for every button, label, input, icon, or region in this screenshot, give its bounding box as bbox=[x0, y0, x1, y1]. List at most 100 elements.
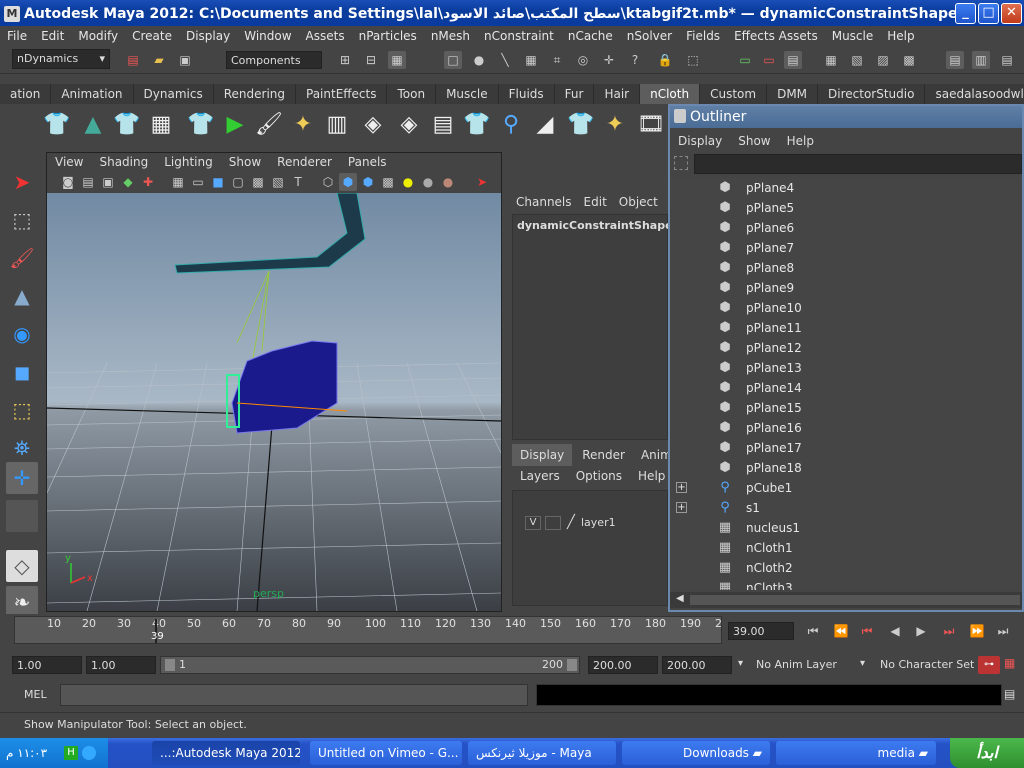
shelf-tab-animation[interactable]: Animation bbox=[51, 84, 134, 104]
menu-fields[interactable]: Fields bbox=[679, 29, 727, 43]
selected-node-name[interactable]: dynamicConstraintShape3 bbox=[517, 219, 680, 232]
menu-display[interactable]: Display bbox=[179, 29, 237, 43]
viewport-menu-shading[interactable]: Shading bbox=[91, 155, 156, 169]
layout-single-pane-icon[interactable]: ◇ bbox=[6, 550, 38, 582]
weld-edges-icon[interactable]: ▤ bbox=[428, 110, 458, 140]
viewport-menu-lighting[interactable]: Lighting bbox=[156, 155, 221, 169]
shelf-tab-fur[interactable]: Fur bbox=[555, 84, 595, 104]
animation-preferences-icon[interactable]: ▦ bbox=[1004, 656, 1020, 674]
expand-icon[interactable]: + bbox=[676, 502, 687, 513]
close-button[interactable]: ✕ bbox=[1001, 3, 1022, 24]
layer-tab-render[interactable]: Render bbox=[572, 444, 635, 466]
rotate-tool-icon[interactable]: ◉ bbox=[6, 318, 38, 350]
ambient-occlusion-icon[interactable]: ● bbox=[439, 173, 457, 191]
ncloth-cache-icon[interactable]: ▦ bbox=[146, 110, 176, 140]
lock-icon[interactable]: 🔒 bbox=[656, 51, 674, 69]
menu-effects-assets[interactable]: Effects Assets bbox=[727, 29, 825, 43]
force-field-icon[interactable]: ◢ bbox=[530, 110, 560, 140]
select-hierarchy-icon[interactable]: ⊞ bbox=[336, 51, 354, 69]
outliner-item[interactable]: ▦ nCloth2 bbox=[674, 558, 1018, 578]
render-frame-icon[interactable]: ▭ bbox=[736, 51, 754, 69]
film-gate-icon[interactable]: ▭ bbox=[189, 173, 207, 191]
scroll-left-icon[interactable]: ◀ bbox=[676, 593, 684, 604]
outliner-menu-show[interactable]: Show bbox=[730, 134, 778, 148]
menu-ncache[interactable]: nCache bbox=[561, 29, 620, 43]
brush-icon[interactable]: ✦ bbox=[600, 110, 630, 140]
outliner-item[interactable]: ⬢ pPlane14 bbox=[674, 378, 1018, 398]
viewport-menu-view[interactable]: View bbox=[47, 155, 91, 169]
snap-surface-icon[interactable]: ⌗ bbox=[548, 51, 566, 69]
gate-mask-icon[interactable]: ▢ bbox=[229, 173, 247, 191]
menuset-dropdown[interactable]: nDynamics ▾ bbox=[12, 49, 110, 69]
outliner-item[interactable]: ⬢ pPlane15 bbox=[674, 398, 1018, 418]
create-passive-collider-icon[interactable]: ▲ bbox=[78, 110, 108, 140]
outliner-filter-icon[interactable] bbox=[674, 156, 688, 170]
chevron-down-icon[interactable]: ▾ bbox=[860, 658, 865, 669]
hypershade-icon[interactable]: ▦ bbox=[822, 51, 840, 69]
outliner-item[interactable]: ⬢ pPlane5 bbox=[674, 198, 1018, 218]
expand-icon[interactable]: + bbox=[676, 482, 687, 493]
viewport-menu-renderer[interactable]: Renderer bbox=[269, 155, 340, 169]
shelf-tab-ncloth[interactable]: nCloth bbox=[640, 84, 701, 104]
dynamic-arm-mesh[interactable] bbox=[174, 192, 366, 274]
image-plane-icon[interactable]: ▣ bbox=[99, 173, 117, 191]
menu-assets[interactable]: Assets bbox=[299, 29, 352, 43]
transform-constraint-icon[interactable]: ◈ bbox=[358, 110, 388, 140]
selection-mode-dropdown[interactable]: Components bbox=[226, 51, 322, 69]
outliner-item[interactable]: ▦ nCloth3 bbox=[674, 578, 1018, 590]
save-scene-icon[interactable]: ▣ bbox=[176, 51, 194, 69]
range-handle-start[interactable] bbox=[165, 659, 175, 671]
outliner-item[interactable]: ⬢ pPlane16 bbox=[674, 418, 1018, 438]
history-icon[interactable]: ⬚ bbox=[684, 51, 702, 69]
character-set-dropdown[interactable]: No Character Set bbox=[880, 658, 974, 671]
outliner-item[interactable]: ▦ nucleus1 bbox=[674, 518, 1018, 538]
channel-box-icon[interactable]: ▩ bbox=[900, 51, 918, 69]
shelf-tab-muscle[interactable]: Muscle bbox=[436, 84, 499, 104]
render-settings-icon[interactable]: ▤ bbox=[784, 51, 802, 69]
shelf-tab-ation[interactable]: ation bbox=[0, 84, 52, 104]
menu-nsolver[interactable]: nSolver bbox=[620, 29, 679, 43]
point-to-surface-icon[interactable]: ▥ bbox=[322, 110, 352, 140]
playback-end-field[interactable]: 200.00 bbox=[588, 656, 658, 674]
step-back-icon[interactable]: ⏪ bbox=[832, 622, 850, 640]
animation-start-field[interactable]: 1.00 bbox=[12, 656, 82, 674]
smooth-shade-icon[interactable]: ⬢ bbox=[339, 173, 357, 191]
snap-view-icon[interactable]: ◎ bbox=[574, 51, 592, 69]
outliner-item[interactable]: + ⚲ pCube1 bbox=[674, 478, 1018, 498]
cloth-preset-icon[interactable]: 👕 bbox=[566, 110, 596, 140]
shelf-tab-dmm[interactable]: DMM bbox=[767, 84, 819, 104]
layer-name[interactable]: layer1 bbox=[581, 516, 616, 529]
outliner-menu-display[interactable]: Display bbox=[670, 134, 730, 148]
go-to-end-icon[interactable]: ⏭ bbox=[994, 622, 1012, 640]
remove-ncloth-icon[interactable]: 👕 bbox=[112, 110, 142, 140]
anim-layer-dropdown[interactable]: No Anim Layer bbox=[756, 658, 837, 671]
layout-three-icon[interactable]: ▤ bbox=[998, 51, 1016, 69]
outliner-item[interactable]: ⬢ pPlane12 bbox=[674, 338, 1018, 358]
tray-app-icon[interactable]: H bbox=[64, 746, 78, 760]
menu-nconstraint[interactable]: nConstraint bbox=[477, 29, 561, 43]
auto-key-icon[interactable]: ⊶ bbox=[978, 656, 1000, 674]
new-scene-icon[interactable]: ▤ bbox=[124, 51, 142, 69]
layout-two-icon[interactable]: ▥ bbox=[972, 51, 990, 69]
maximize-button[interactable]: □ bbox=[978, 3, 999, 24]
shelf-tab-custom[interactable]: Custom bbox=[700, 84, 768, 104]
layer-visibility-toggle[interactable]: V bbox=[525, 516, 541, 530]
menu-help[interactable]: Help bbox=[880, 29, 921, 43]
snap-grid-icon[interactable]: □ bbox=[444, 51, 462, 69]
outliner-item[interactable]: ⬢ pPlane9 bbox=[674, 278, 1018, 298]
select-tool-icon[interactable]: ➤ bbox=[6, 166, 38, 198]
clock[interactable]: ١١:٠٣ م bbox=[6, 746, 47, 760]
animation-end-field[interactable]: 200.00 bbox=[662, 656, 732, 674]
component-constraint-icon[interactable]: ✦ bbox=[288, 110, 318, 140]
current-time-field[interactable]: 39.00 bbox=[728, 622, 794, 640]
shirt-icon[interactable]: 👕 bbox=[186, 110, 216, 140]
outliner-item[interactable]: ⬢ pPlane6 bbox=[674, 218, 1018, 238]
tray-network-icon[interactable] bbox=[82, 746, 96, 760]
layer-row[interactable]: V ╱ layer1 bbox=[521, 513, 665, 533]
shelf-tab-toon[interactable]: Toon bbox=[387, 84, 437, 104]
outliner-horizontal-scrollbar[interactable]: ◀ bbox=[670, 592, 1022, 608]
paint-select-icon[interactable]: 🖌 bbox=[6, 242, 38, 274]
step-forward-key-icon[interactable]: ⏭ bbox=[940, 622, 958, 640]
shelf-tab-dynamics[interactable]: Dynamics bbox=[134, 84, 214, 104]
task-downloads[interactable]: Downloads ▰ bbox=[622, 741, 770, 765]
